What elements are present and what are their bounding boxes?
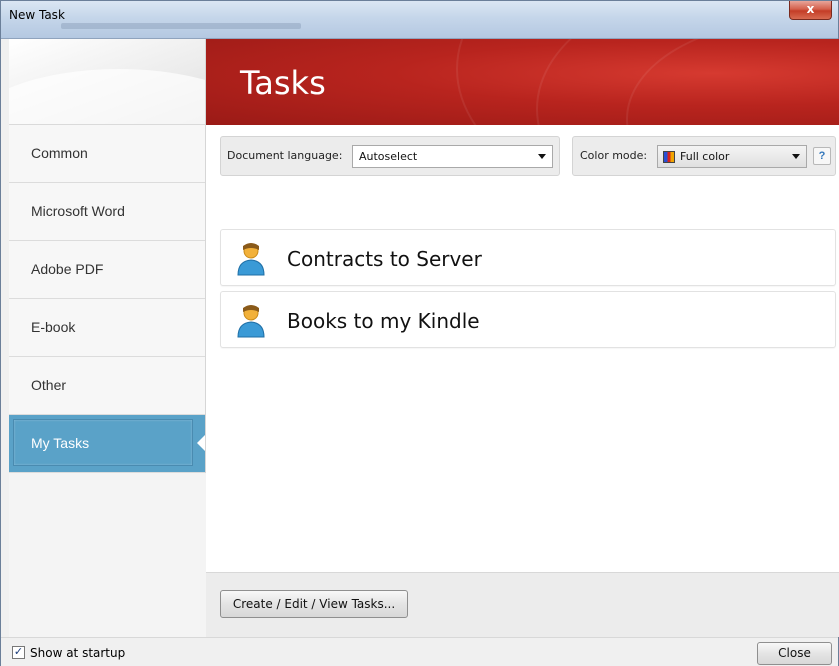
color-mode-select[interactable]: Full color bbox=[657, 145, 807, 168]
status-bar: ✓ Show at startup Close bbox=[1, 637, 838, 666]
task-name: Contracts to Server bbox=[287, 247, 482, 271]
page-title: Tasks bbox=[240, 64, 326, 102]
sidebar-item-label: E-book bbox=[31, 319, 76, 335]
sidebar-item-microsoft-word[interactable]: Microsoft Word bbox=[9, 183, 205, 241]
chevron-down-icon bbox=[538, 154, 546, 159]
sidebar-item-label: Microsoft Word bbox=[31, 203, 125, 219]
sidebar-item-other[interactable]: Other bbox=[9, 357, 205, 415]
chevron-down-icon bbox=[792, 154, 800, 159]
window-title: New Task bbox=[9, 8, 65, 22]
title-bar-ghost-menu bbox=[61, 23, 301, 29]
color-mode-value: Full color bbox=[680, 150, 730, 163]
sidebar: Common Microsoft Word Adobe PDF E-book O… bbox=[9, 39, 206, 637]
create-edit-view-tasks-button[interactable]: Create / Edit / View Tasks... bbox=[220, 590, 408, 618]
header-banner: Tasks bbox=[206, 39, 839, 125]
task-item-books-to-my-kindle[interactable]: Books to my Kindle bbox=[220, 291, 836, 348]
sidebar-logo-area bbox=[9, 39, 205, 125]
selection-pointer-icon bbox=[197, 435, 205, 451]
task-name: Books to my Kindle bbox=[287, 309, 480, 333]
window-close-button[interactable]: x bbox=[789, 1, 832, 20]
sidebar-empty-area bbox=[9, 473, 206, 637]
content-frame: Common Microsoft Word Adobe PDF E-book O… bbox=[9, 39, 839, 637]
color-mode-icon bbox=[663, 151, 675, 163]
person-icon bbox=[237, 243, 265, 276]
sidebar-item-my-tasks[interactable]: My Tasks bbox=[9, 415, 205, 473]
show-at-startup-checkbox[interactable]: ✓ bbox=[12, 646, 25, 659]
sidebar-item-common[interactable]: Common bbox=[9, 125, 205, 183]
show-at-startup-label: Show at startup bbox=[30, 646, 126, 660]
document-language-group: Document language: Autoselect bbox=[220, 136, 560, 176]
document-language-value: Autoselect bbox=[359, 150, 418, 163]
sidebar-item-adobe-pdf[interactable]: Adobe PDF bbox=[9, 241, 205, 299]
sidebar-item-e-book[interactable]: E-book bbox=[9, 299, 205, 357]
task-item-contracts-to-server[interactable]: Contracts to Server bbox=[220, 229, 836, 286]
document-language-select[interactable]: Autoselect bbox=[352, 145, 553, 168]
person-icon bbox=[237, 305, 265, 338]
sidebar-item-label: My Tasks bbox=[31, 435, 90, 451]
title-bar: New Task x bbox=[1, 1, 838, 39]
close-button[interactable]: Close bbox=[757, 642, 832, 665]
task-footer-bar: Create / Edit / View Tasks... bbox=[206, 572, 839, 637]
document-language-label: Document language: bbox=[227, 149, 343, 162]
help-button[interactable]: ? bbox=[813, 147, 831, 165]
sidebar-item-label: Adobe PDF bbox=[31, 261, 104, 277]
new-task-window: New Task x Common Microsoft Word Adobe P… bbox=[0, 0, 839, 666]
color-mode-group: Color mode: Full color ? bbox=[572, 136, 836, 176]
sidebar-item-label: Other bbox=[31, 377, 67, 393]
color-mode-label: Color mode: bbox=[580, 149, 648, 162]
sidebar-item-label: Common bbox=[31, 145, 88, 161]
decorative-swoosh bbox=[9, 69, 205, 124]
main-panel: Document language: Autoselect Color mode… bbox=[206, 125, 839, 637]
